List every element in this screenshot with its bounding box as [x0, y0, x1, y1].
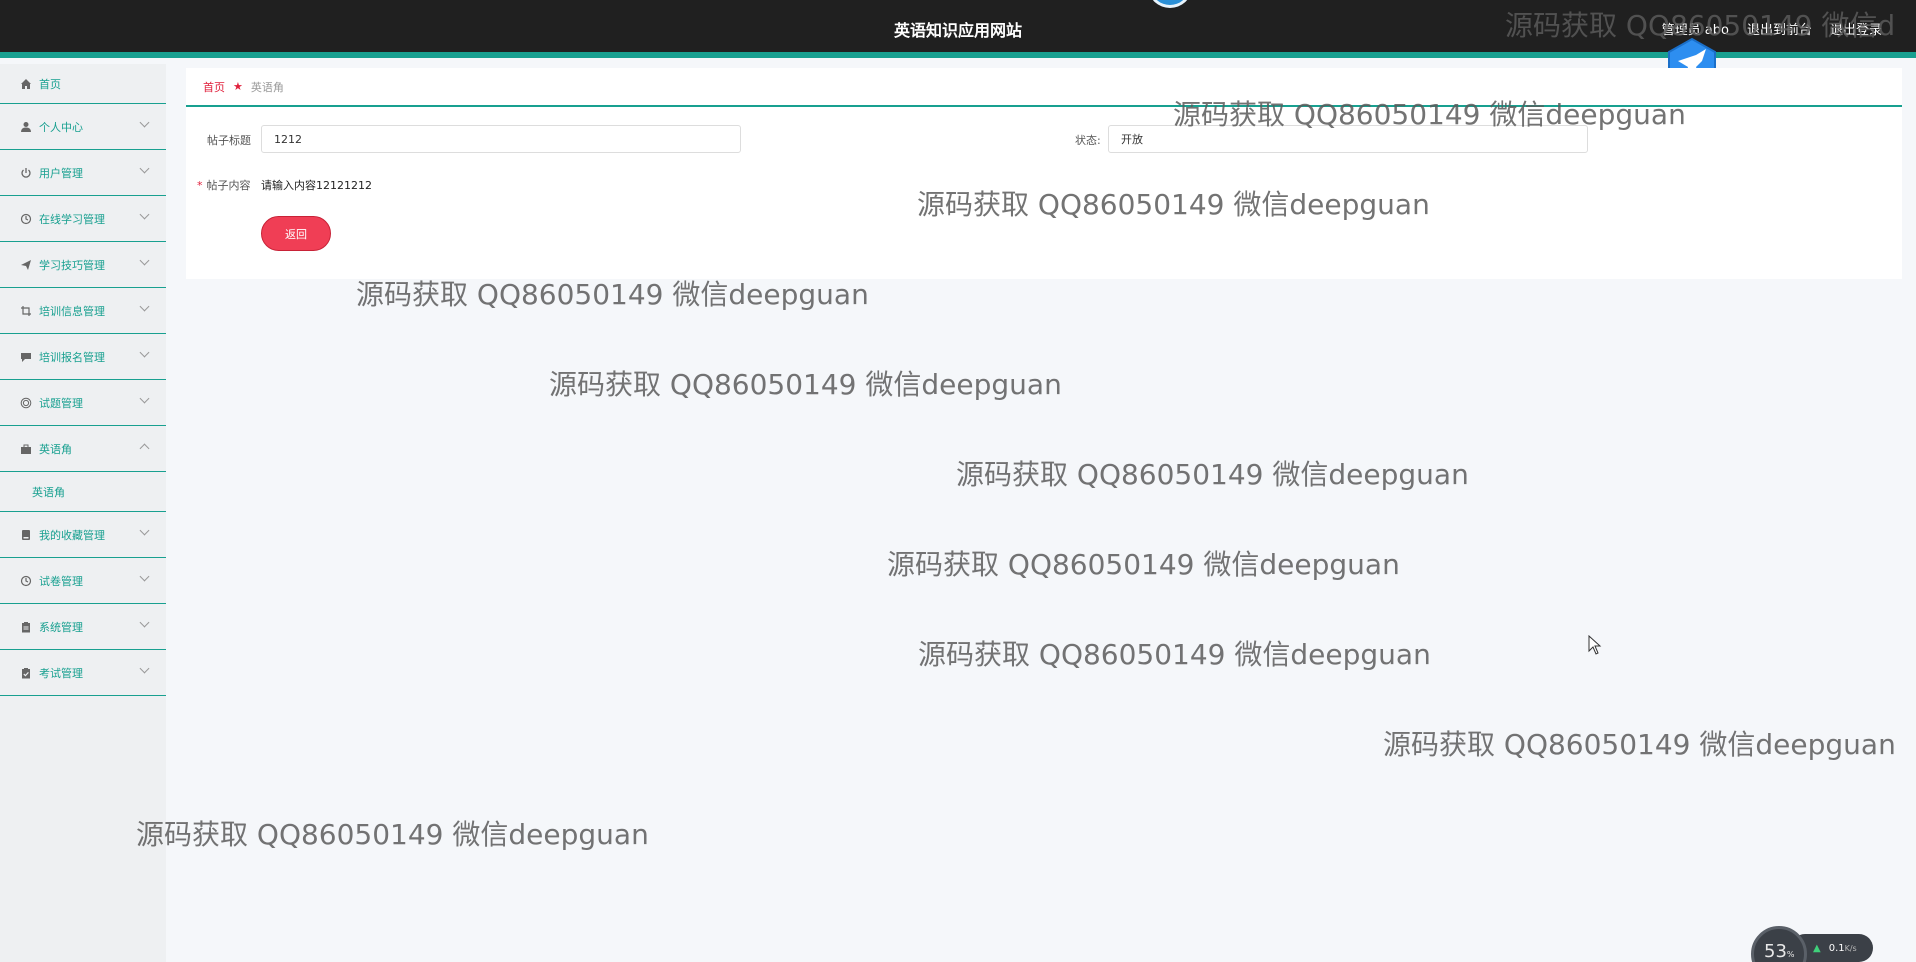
briefcase-icon [19, 442, 33, 456]
sidebar-item-label: 用户管理 [39, 166, 83, 180]
chevron-down-icon [139, 163, 150, 174]
power-icon [19, 166, 33, 180]
chevron-down-icon [139, 393, 150, 404]
chevron-down-icon [139, 617, 150, 628]
sidebar-item-label: 系统管理 [39, 620, 83, 634]
chevron-down-icon [139, 301, 150, 312]
clock-icon [19, 574, 33, 588]
chevron-down-icon [139, 663, 150, 674]
chevron-down-icon [139, 571, 150, 582]
user-icon [19, 120, 33, 134]
book-icon [19, 528, 33, 542]
chevron-up-icon [139, 443, 150, 454]
sidebar-item-label: 试题管理 [39, 396, 83, 410]
sidebar-item-label: 个人中心 [39, 120, 83, 134]
post-title-input[interactable]: 1212 [261, 125, 741, 153]
watermark-text: 源码获取 QQ86050149 微信deepguan [1173, 98, 1686, 131]
sidebar-item-personal-center[interactable]: 个人中心 [0, 104, 166, 150]
sidebar-item-label: 考试管理 [39, 666, 83, 680]
star-separator-icon: ★ [233, 80, 243, 93]
sidebar-item-online-learning[interactable]: 在线学习管理 [0, 196, 166, 242]
sidebar-item-label: 试卷管理 [39, 574, 83, 588]
sidebar-item-label: 在线学习管理 [39, 212, 105, 226]
send-icon [19, 258, 33, 272]
breadcrumb-home[interactable]: 首页 [203, 79, 225, 95]
clipboard-icon [19, 620, 33, 634]
sidebar-item-question-management[interactable]: 试题管理 [0, 380, 166, 426]
sidebar-item-label: 首页 [39, 77, 61, 91]
watermark-text: 源码获取 QQ86050149 微信deepguan [918, 638, 1431, 671]
post-content-value: 请输入内容12121212 [261, 179, 372, 192]
usage-ring: 53% [1751, 926, 1807, 962]
breadcrumb-current: 英语角 [250, 80, 284, 94]
home-icon [19, 77, 33, 91]
sidebar-item-label: 英语角 [39, 442, 72, 456]
network-speed-widget: ▲ 0.1 K/s 53% [1751, 926, 1873, 962]
sidebar-item-label: 我的收藏管理 [39, 528, 105, 542]
back-button[interactable]: 返回 [261, 216, 331, 251]
sidebar-item-label: 学习技巧管理 [39, 258, 105, 272]
clock-icon [19, 212, 33, 226]
mouse-cursor-icon [1588, 635, 1602, 655]
speed-value: 0.1 [1828, 942, 1845, 954]
crop-icon [19, 304, 33, 318]
chevron-down-icon [139, 525, 150, 536]
sidebar-item-home[interactable]: 首页 [0, 64, 166, 104]
sidebar-item-label: 培训报名管理 [39, 350, 105, 364]
sidebar-item-my-favorites[interactable]: 我的收藏管理 [0, 512, 166, 558]
upload-arrow-icon: ▲ [1813, 942, 1821, 954]
sidebar-item-training-signup[interactable]: 培训报名管理 [0, 334, 166, 380]
speed-unit: K/s [1844, 943, 1857, 953]
status-label: 状态: [1075, 134, 1101, 147]
watermark-text: 源码获取 QQ86050149 微信deepguan [956, 458, 1469, 491]
watermark-text: 源码获取 QQ86050149 微信deepguan [1383, 728, 1896, 761]
chevron-down-icon [139, 347, 150, 358]
sidebar-item-exam-management[interactable]: 考试管理 [0, 650, 166, 696]
sidebar-item-english-corner[interactable]: 英语角 [0, 426, 166, 472]
clipboard-check-icon [19, 666, 33, 680]
watermark-text: 源码获取 QQ86050149 微信deepguan [136, 818, 649, 851]
chevron-down-icon [139, 209, 150, 220]
watermark-text: 源码获取 QQ86050149 微信deepguan [356, 278, 869, 311]
watermark-text: 源码获取 QQ86050149 微信deepguan [887, 548, 1400, 581]
watermark-text: 源码获取 QQ86050149 微信d [1505, 9, 1896, 42]
watermark-text: 源码获取 QQ86050149 微信deepguan [917, 188, 1430, 221]
target-icon [19, 396, 33, 410]
sidebar-item-system-management[interactable]: 系统管理 [0, 604, 166, 650]
sidebar-item-label: 培训信息管理 [39, 304, 105, 318]
sidebar-item-exam-paper[interactable]: 试卷管理 [0, 558, 166, 604]
sidebar-subitem-english-corner[interactable]: 英语角 [0, 472, 166, 512]
post-title-label: 帖子标题 [207, 134, 251, 147]
usage-percent-unit: % [1786, 950, 1795, 959]
chat-icon [19, 350, 33, 364]
chevron-down-icon [139, 117, 150, 128]
sidebar-item-study-tips[interactable]: 学习技巧管理 [0, 242, 166, 288]
watermark-text: 源码获取 QQ86050149 微信deepguan [549, 368, 1062, 401]
sidebar-item-user-management[interactable]: 用户管理 [0, 150, 166, 196]
post-content-label: * 帖子内容 [197, 179, 251, 192]
usage-percent: 53 [1764, 941, 1787, 962]
chevron-down-icon [139, 255, 150, 266]
avatar [1149, 0, 1191, 8]
sidebar-item-training-info[interactable]: 培训信息管理 [0, 288, 166, 334]
